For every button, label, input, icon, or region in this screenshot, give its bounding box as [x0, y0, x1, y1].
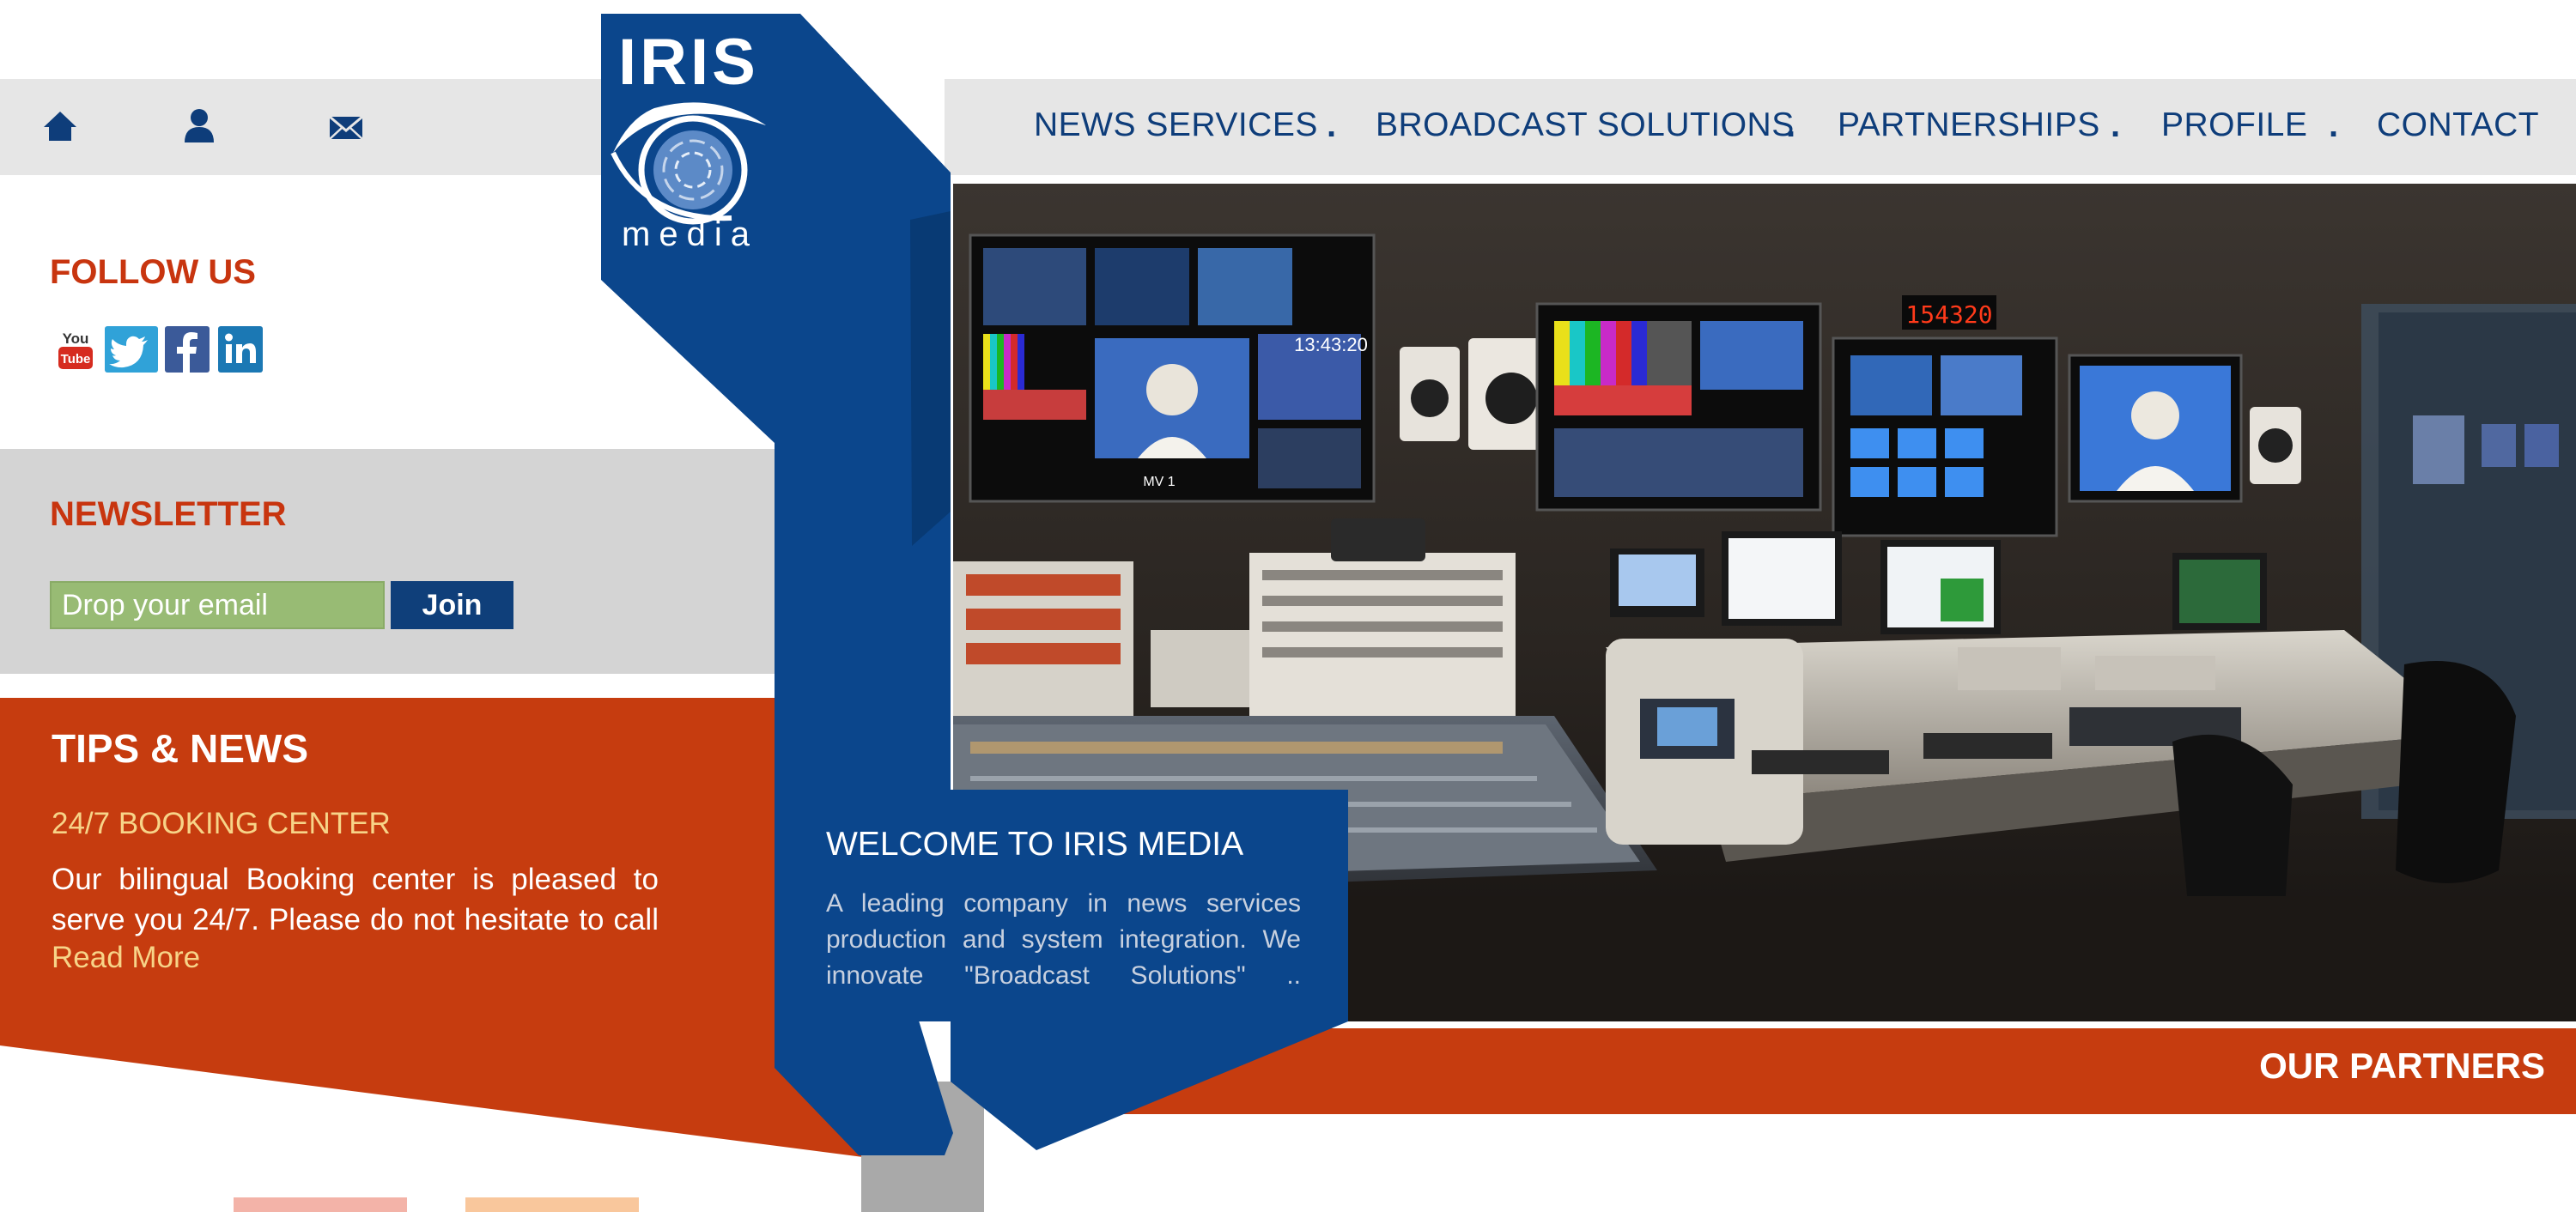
- svg-text:You: You: [63, 330, 89, 347]
- welcome-body: A leading company in news services produ…: [826, 889, 1301, 990]
- read-more-link[interactable]: Read More: [52, 941, 200, 975]
- linkedin-icon[interactable]: [218, 326, 263, 373]
- facebook-icon[interactable]: [165, 326, 210, 373]
- nav-separator: .: [2329, 106, 2339, 144]
- welcome-title: WELCOME TO IRIS MEDIA: [826, 826, 1244, 863]
- follow-us-title: FOLLOW US: [50, 253, 256, 291]
- user-icon[interactable]: [178, 105, 221, 148]
- youtube-icon[interactable]: You Tube: [53, 326, 98, 373]
- partner-logo: [234, 1197, 407, 1212]
- top-utility-bar: [0, 79, 601, 175]
- svg-text:Tube: Tube: [61, 352, 91, 367]
- logo-wordmark: IRIS: [618, 26, 759, 99]
- nav-partnerships[interactable]: PARTNERSHIPS: [1838, 79, 2100, 175]
- tips-title: TIPS & NEWS: [52, 726, 309, 771]
- home-icon[interactable]: [39, 105, 82, 148]
- partner-logo: [465, 1197, 639, 1212]
- newsletter-title: NEWSLETTER: [50, 495, 287, 533]
- email-field[interactable]: [50, 581, 385, 629]
- join-button[interactable]: Join: [391, 581, 513, 629]
- tips-subtitle: 24/7 BOOKING CENTER: [52, 807, 391, 840]
- wall-clock: 154320: [1905, 300, 1992, 329]
- nav-broadcast-solutions[interactable]: BROADCAST SOLUTIONS: [1376, 79, 1795, 175]
- nav-separator: .: [1786, 106, 1796, 144]
- nav-contact[interactable]: CONTACT: [2377, 79, 2539, 175]
- logo-subtitle: media: [622, 215, 758, 247]
- mail-icon[interactable]: [325, 105, 368, 148]
- partners-title: OUR PARTNERS: [2259, 1045, 2545, 1086]
- twitter-icon[interactable]: [105, 326, 158, 373]
- nav-separator: .: [2111, 106, 2121, 144]
- iris-media-logo[interactable]: IRIS media: [603, 15, 800, 253]
- nav-profile[interactable]: PROFILE: [2161, 79, 2307, 175]
- welcome-box: WELCOME TO IRIS MEDIA A leading company …: [777, 790, 1348, 1150]
- tips-body: Our bilingual Booking center is pleased …: [52, 863, 659, 936]
